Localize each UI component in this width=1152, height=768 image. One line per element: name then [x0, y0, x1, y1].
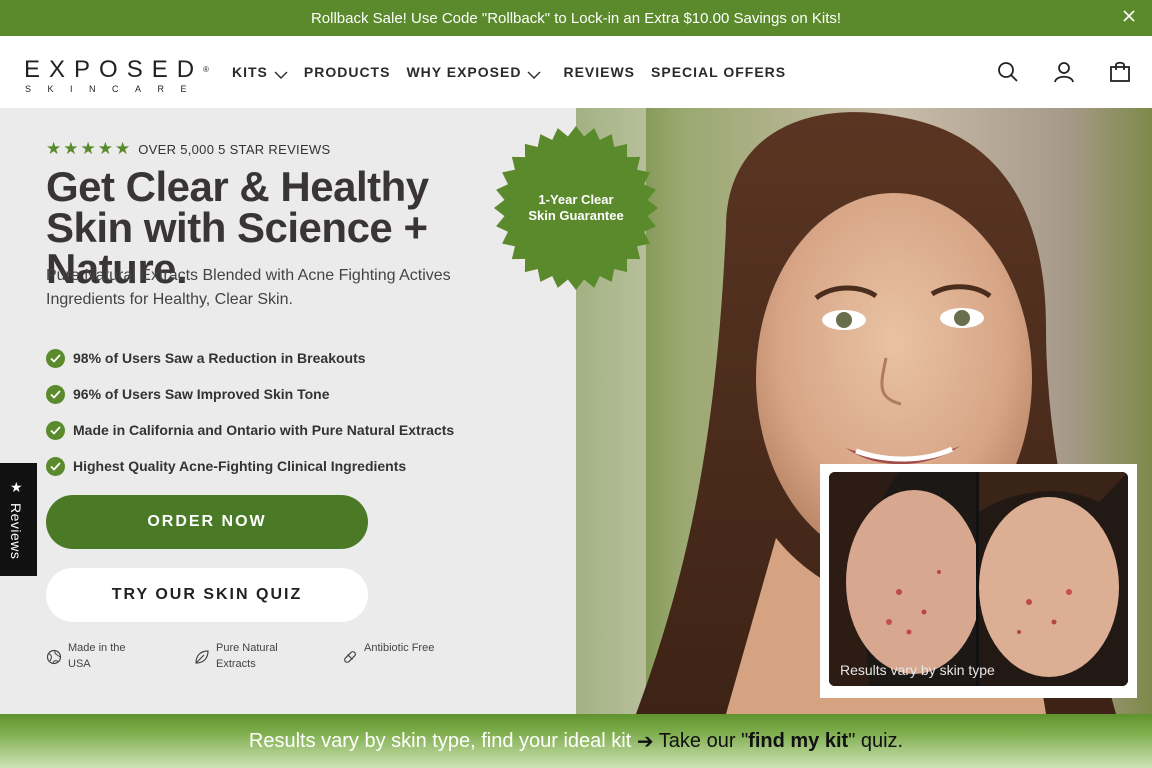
badge-pure-natural: Pure Natural Extracts [194, 640, 314, 672]
site-header: EXPOSED® SKINCARE KITS PRODUCTS WHY EXPO… [0, 36, 1152, 108]
nav-item-products[interactable]: PRODUCTS [304, 64, 391, 80]
announcement-text: Rollback Sale! Use Code "Rollback" to Lo… [310, 9, 842, 27]
order-now-button[interactable]: ORDER NOW [46, 495, 368, 549]
header-actions [964, 60, 1132, 84]
chevron-down-icon [274, 67, 288, 79]
nav-item-label: KITS [232, 64, 268, 80]
logo-text: EXPOSED [24, 56, 204, 83]
main-nav: KITS PRODUCTS WHY EXPOSED REVIEWS SPECIA… [232, 36, 802, 108]
promo-text-part1: Results vary by skin type, find your ide… [248, 729, 637, 752]
badge-made-in-usa: Made in the USA [46, 640, 166, 672]
promo-text-part3: " quiz. [848, 729, 904, 752]
announcement-bar: Rollback Sale! Use Code "Rollback" to Lo… [0, 0, 1152, 36]
pill-icon [342, 649, 358, 665]
benefits-list: 98% of Users Saw a Reduction in Breakout… [46, 340, 454, 484]
benefit-item: 96% of Users Saw Improved Skin Tone [46, 376, 454, 412]
checkmark-icon [46, 384, 65, 404]
star-icon: ★ [63, 139, 79, 158]
rating-text: OVER 5,000 5 STAR REVIEWS [138, 141, 331, 157]
star-icon: ★ [10, 479, 23, 495]
search-icon[interactable] [996, 60, 1020, 84]
seal-text: 1-Year Clear Skin Guarantee [528, 192, 624, 223]
badge-label: Antibiotic Free [364, 642, 435, 654]
acne-before-image [829, 472, 1128, 686]
benefit-item: 98% of Users Saw a Reduction in Breakout… [46, 340, 454, 376]
arrow-right-icon: ➔ [636, 730, 654, 753]
benefit-item: Highest Quality Acne-Fighting Clinical I… [46, 448, 454, 484]
rating-row: ★ ★ ★ ★ ★ OVER 5,000 5 STAR REVIEWS [46, 140, 330, 158]
benefit-text: 96% of Users Saw Improved Skin Tone [73, 386, 330, 402]
close-icon[interactable] [1120, 9, 1138, 27]
hero-subtitle: Pure Natural Extracts Blended with Acne … [46, 267, 451, 308]
checkmark-icon [46, 456, 65, 476]
star-icon: ★ [46, 139, 62, 158]
star-icon: ★ [80, 139, 96, 158]
inset-caption: Results vary by skin type [840, 662, 995, 678]
before-results-inset: Results vary by skin type [820, 464, 1137, 698]
nav-item-label: PRODUCTS [303, 64, 391, 80]
skin-quiz-button[interactable]: TRY OUR SKIN QUIZ [46, 568, 368, 622]
nav-item-label: SPECIAL OFFERS [651, 64, 787, 80]
checkmark-icon [46, 348, 65, 368]
star-icon: ★ [115, 139, 131, 158]
nav-item-why-exposed[interactable]: WHY EXPOSED [406, 64, 541, 80]
checkmark-icon [46, 420, 65, 440]
account-icon[interactable] [1052, 60, 1076, 84]
before-photo: Results vary by skin type [829, 472, 1128, 686]
globe-icon [46, 649, 62, 665]
nav-item-label: WHY EXPOSED [406, 64, 522, 80]
reviews-tab-label: Reviews [8, 503, 24, 560]
cart-icon[interactable] [1108, 60, 1132, 84]
benefit-item: Made in California and Ontario with Pure… [46, 412, 454, 448]
registered-mark: ® [203, 65, 209, 74]
benefit-text: Highest Quality Acne-Fighting Clinical I… [73, 458, 407, 474]
benefit-text: 98% of Users Saw a Reduction in Breakout… [73, 350, 366, 366]
reviews-side-tab[interactable]: ★ Reviews [0, 463, 37, 576]
guarantee-seal: 1-Year Clear Skin Guarantee [492, 124, 660, 292]
chevron-down-icon [527, 67, 541, 79]
star-icon: ★ [97, 139, 113, 158]
find-my-kit-link[interactable]: find my kit [748, 730, 848, 753]
nav-item-reviews[interactable]: REVIEWS [563, 64, 635, 80]
logo[interactable]: EXPOSED® SKINCARE [24, 56, 214, 95]
badge-antibiotic-free: Antibiotic Free [342, 640, 462, 672]
nav-item-label: REVIEWS [563, 64, 636, 80]
nav-item-special-offers[interactable]: SPECIAL OFFERS [651, 64, 786, 80]
trust-badges: Made in the USA Pure Natural Extracts An… [46, 640, 490, 672]
nav-item-kits[interactable]: KITS [232, 64, 288, 80]
hero-content: ★ ★ ★ ★ ★ OVER 5,000 5 STAR REVIEWS Get … [0, 108, 576, 714]
logo-subtext: SKINCARE [25, 84, 204, 94]
badge-label: Made in the USA [68, 642, 126, 670]
benefit-text: Made in California and Ontario with Pure… [73, 422, 455, 438]
leaf-icon [194, 649, 210, 665]
quiz-promo-bar[interactable]: Results vary by skin type, find your ide… [0, 714, 1152, 768]
badge-label: Pure Natural Extracts [216, 642, 278, 670]
promo-text-part2: Take our " [653, 729, 749, 752]
